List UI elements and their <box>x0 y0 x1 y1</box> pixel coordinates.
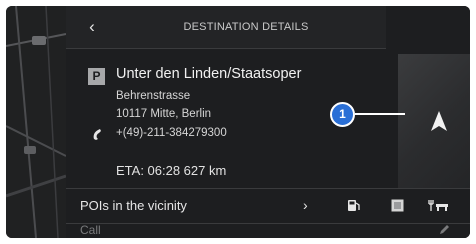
eta-distance: ETA: 06:28 627 km <box>116 163 227 178</box>
parking-category-icon: P <box>88 68 105 85</box>
chevron-right-icon: › <box>303 197 308 213</box>
phone-icon <box>93 129 101 140</box>
pois-label: POIs in the vicinity <box>80 198 187 213</box>
pois-row[interactable]: POIs in the vicinity › <box>66 188 470 224</box>
infotainment-screen: ‹ DESTINATION DETAILS P Unter den Linden… <box>6 6 470 238</box>
restaurant-icon[interactable] <box>428 198 450 213</box>
back-button[interactable]: ‹ <box>80 15 104 39</box>
destination-details-panel: ‹ DESTINATION DETAILS P Unter den Linden… <box>66 6 470 238</box>
navigation-arrow-icon <box>431 111 447 131</box>
chevron-left-icon: ‹ <box>89 17 95 36</box>
call-label: Call <box>80 223 101 237</box>
call-row[interactable]: Call <box>66 222 470 238</box>
page-title: DESTINATION DETAILS <box>183 21 309 33</box>
route-preview[interactable] <box>398 54 470 188</box>
callout-marker: 1 <box>330 102 355 127</box>
street-address: Behrenstrasse <box>116 90 191 102</box>
phone-number[interactable]: +(49)-211-384279300 <box>116 127 227 139</box>
parking-icon[interactable] <box>390 198 405 213</box>
postal-city: 10117 Mitte, Berlin <box>116 108 212 120</box>
callout-line <box>355 113 405 115</box>
destination-name: Unter den Linden/Staatsoper <box>116 66 302 82</box>
panel-header: ‹ DESTINATION DETAILS <box>66 6 386 49</box>
fuel-station-icon[interactable] <box>346 198 361 213</box>
edit-icon[interactable] <box>438 224 450 236</box>
